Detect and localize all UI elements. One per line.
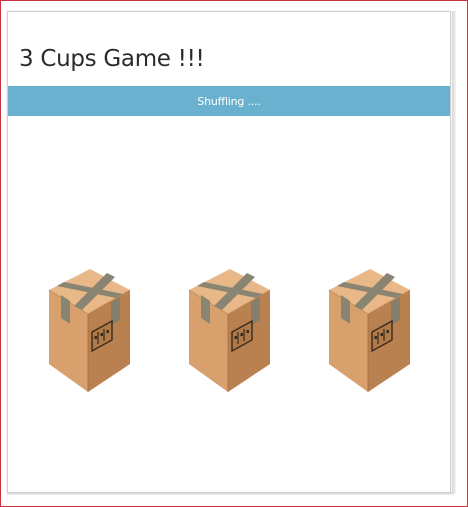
cup-1[interactable] <box>47 268 133 396</box>
status-text: Shuffling .... <box>197 94 261 108</box>
cup-3[interactable] <box>327 268 413 396</box>
cardboard-box-icon <box>47 268 133 396</box>
cardboard-box-icon <box>327 268 413 396</box>
game-panel <box>7 11 451 493</box>
game-title: 3 Cups Game !!! <box>19 46 205 72</box>
cardboard-box-icon <box>187 268 273 396</box>
panel-shadow-right <box>452 11 456 493</box>
cup-2[interactable] <box>187 268 273 396</box>
status-bar: Shuffling .... <box>8 86 450 116</box>
